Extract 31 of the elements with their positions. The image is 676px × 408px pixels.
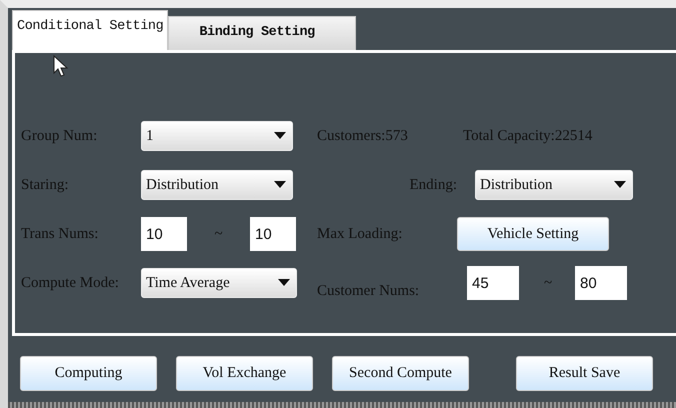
caret-icon: [278, 279, 290, 287]
vehicle-setting-button[interactable]: Vehicle Setting: [457, 217, 609, 251]
caret-icon: [274, 132, 286, 140]
staring-dropdown[interactable]: Distribution: [141, 170, 293, 200]
max-loading-label: Max Loading:: [317, 226, 402, 242]
min-input[interactable]: 10: [141, 217, 187, 251]
action-button[interactable]: Computing: [20, 356, 157, 391]
max-input[interactable]: 10: [250, 217, 296, 251]
trans-nums-label: Trans Nums:: [21, 226, 98, 242]
customer-nums-label: Customer Nums:: [317, 283, 420, 300]
tab[interactable]: Binding Setting: [168, 16, 356, 50]
ending-dropdown[interactable]: Distribution: [475, 170, 633, 200]
action-button[interactable]: Second Compute: [332, 356, 469, 391]
caret-icon: [274, 181, 286, 189]
total-capacity: Total Capacity:22514: [463, 128, 592, 144]
action-button[interactable]: Result Save: [516, 356, 653, 391]
min-input[interactable]: 45: [467, 266, 519, 300]
staring-label: Staring:: [21, 176, 68, 194]
ending-label: Ending:: [410, 176, 457, 194]
range-separator: ~: [214, 226, 223, 242]
tab[interactable]: Conditional Setting: [12, 10, 168, 50]
group-num-label: Group Num:: [21, 128, 98, 144]
compute-mode-label: Compute Mode:: [21, 274, 119, 292]
customers-count: Customers:573: [317, 128, 408, 144]
action-button[interactable]: Vol Exchange: [176, 356, 313, 391]
range-separator: ~: [544, 274, 552, 292]
cursor-icon: [53, 55, 69, 77]
max-input[interactable]: 80: [575, 266, 627, 300]
group-num-dropdown[interactable]: 1: [141, 121, 293, 151]
compute-mode-dropdown[interactable]: Time Average: [141, 268, 297, 298]
caret-icon: [614, 181, 626, 189]
